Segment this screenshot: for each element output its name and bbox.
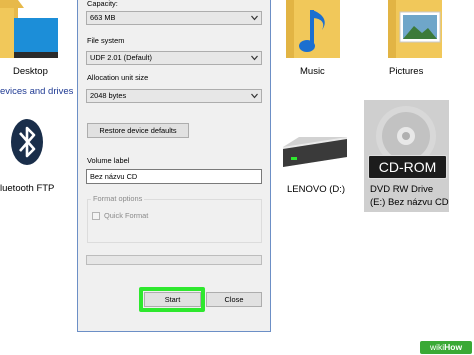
file-system-value: UDF 2.01 (Default) <box>90 53 153 62</box>
desktop-label: Desktop <box>13 66 48 77</box>
chevron-down-icon <box>251 55 258 61</box>
allocation-unit-value: 2048 bytes <box>90 91 127 100</box>
pictures-folder[interactable] <box>384 0 446 62</box>
folder-icon <box>388 0 442 58</box>
allocation-unit-select[interactable]: 2048 bytes <box>86 89 262 103</box>
watermark-prefix: wiki <box>429 342 445 352</box>
bluetooth-ftp-device[interactable] <box>10 118 44 166</box>
lenovo-drive[interactable] <box>279 135 351 177</box>
dvd-label-line1: DVD RW Drive <box>370 184 434 195</box>
desktop-folder[interactable] <box>0 0 60 62</box>
allocation-unit-label: Allocation unit size <box>87 73 149 82</box>
format-options-group <box>87 199 262 243</box>
close-button[interactable]: Close <box>206 292 262 307</box>
volume-label-input[interactable]: Bez názvu CD <box>86 169 262 184</box>
capacity-label: Capacity: <box>87 0 118 8</box>
format-progress-bar <box>86 255 262 265</box>
restore-defaults-button[interactable]: Restore device defaults <box>87 123 189 138</box>
cdrom-badge-text: CD-ROM <box>378 159 437 175</box>
lenovo-label: LENOVO (D:) <box>287 184 346 195</box>
folder-icon <box>0 0 58 58</box>
start-button[interactable]: Start <box>144 292 201 307</box>
quick-format-checkbox[interactable] <box>92 212 100 220</box>
capacity-select[interactable]: 663 MB <box>86 11 262 25</box>
volume-label-caption: Volume label <box>87 156 130 165</box>
bluetooth-icon <box>11 119 43 165</box>
pictures-label: Pictures <box>389 66 424 77</box>
format-dialog: Capacity: 663 MB File system UDF 2.01 (D… <box>77 0 271 332</box>
devices-and-drives-header[interactable]: evices and drives <box>0 86 73 97</box>
file-system-select[interactable]: UDF 2.01 (Default) <box>86 51 262 65</box>
dvd-label-line2: (E:) Bez názvu CD <box>370 197 449 208</box>
music-label: Music <box>300 66 325 77</box>
chevron-down-icon <box>251 93 258 99</box>
picture-icon <box>399 11 441 43</box>
folder-icon <box>286 0 340 58</box>
hard-drive-icon <box>283 137 347 167</box>
file-system-label: File system <box>87 36 125 45</box>
watermark-suffix: How <box>444 342 463 352</box>
chevron-down-icon <box>251 15 258 21</box>
cdrom-badge: CD-ROM <box>368 155 447 179</box>
quick-format-label: Quick Format <box>104 211 149 220</box>
wikihow-watermark: wikiHow <box>420 341 472 354</box>
capacity-value: 663 MB <box>90 13 116 22</box>
bluetooth-ftp-label: luetooth FTP <box>0 183 55 194</box>
format-options-title: Format options <box>91 194 145 203</box>
music-folder[interactable] <box>282 0 344 62</box>
